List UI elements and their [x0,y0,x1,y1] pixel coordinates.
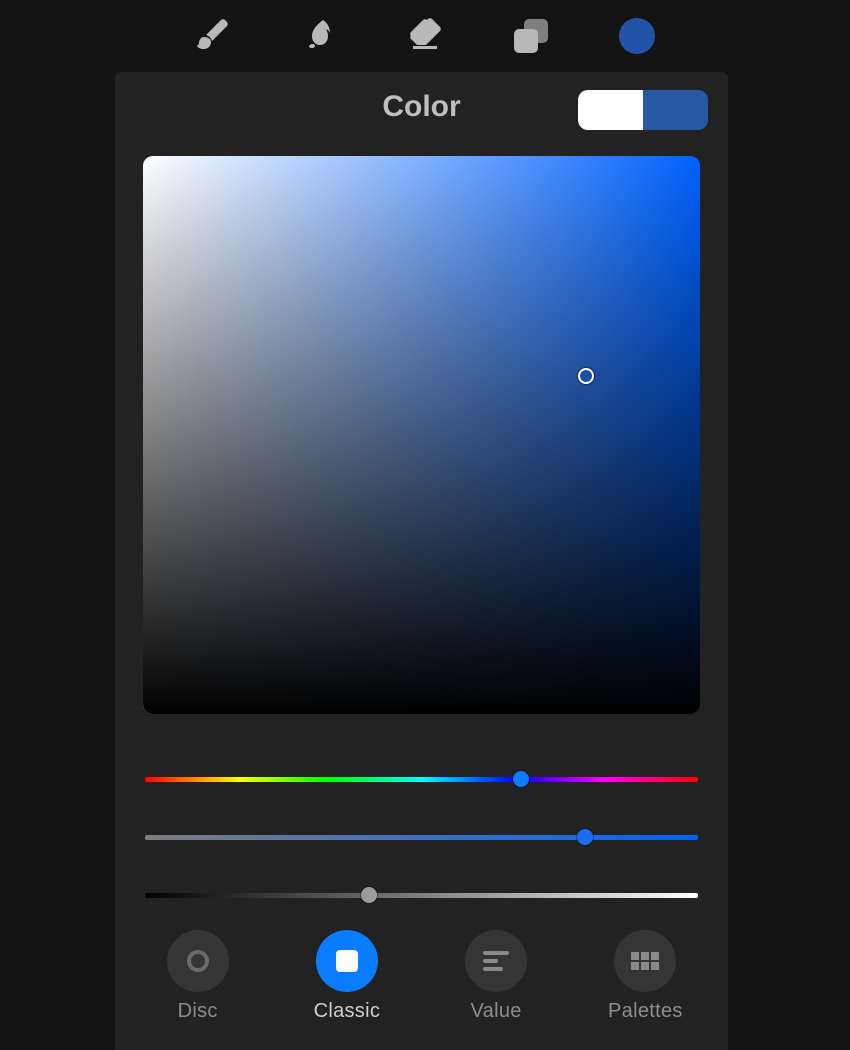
current-color-swatch [643,90,708,130]
color-swatch-pair[interactable] [578,90,708,130]
current-color-icon [619,18,655,54]
brightness-slider-track [145,893,698,898]
value-icon [483,951,509,971]
color-field-black-layer [143,156,700,714]
saturation-slider-track [145,835,698,840]
hue-slider-thumb[interactable] [513,771,529,787]
tab-value[interactable]: Value [426,930,566,1023]
color-panel-header: Color [115,72,728,142]
saturation-slider-thumb[interactable] [577,829,593,845]
tab-palettes-label: Palettes [608,1000,683,1023]
tab-disc-label: Disc [178,1000,218,1023]
brush-tool-button[interactable] [195,18,231,54]
layers-icon [514,19,548,53]
classic-icon [336,950,358,972]
layers-tool-button[interactable] [513,18,549,54]
color-sliders [115,714,728,924]
palettes-icon [631,952,659,970]
hue-slider[interactable] [145,750,698,808]
smudge-tool-button[interactable] [301,18,337,54]
tab-palettes[interactable]: Palettes [575,930,715,1023]
app-toolbar [0,0,850,72]
color-field-cursor[interactable] [578,368,594,384]
color-tool-button[interactable] [619,18,655,54]
disc-icon [187,950,209,972]
brush-icon [195,16,231,57]
smudge-icon [301,16,337,57]
tab-classic[interactable]: Classic [277,930,417,1023]
eraser-icon [407,16,443,57]
eraser-tool-button[interactable] [407,18,443,54]
hue-slider-track [145,777,698,782]
tab-value-label: Value [471,1000,522,1023]
tab-disc[interactable]: Disc [128,930,268,1023]
color-panel-title: Color [382,90,460,124]
saturation-slider[interactable] [145,808,698,866]
previous-color-swatch [578,90,643,130]
tab-classic-label: Classic [314,1000,381,1023]
color-field[interactable] [143,156,700,714]
color-panel: Color [115,72,728,1050]
brightness-slider-thumb[interactable] [361,887,377,903]
color-mode-tabs: Disc Classic Value [115,910,728,1050]
